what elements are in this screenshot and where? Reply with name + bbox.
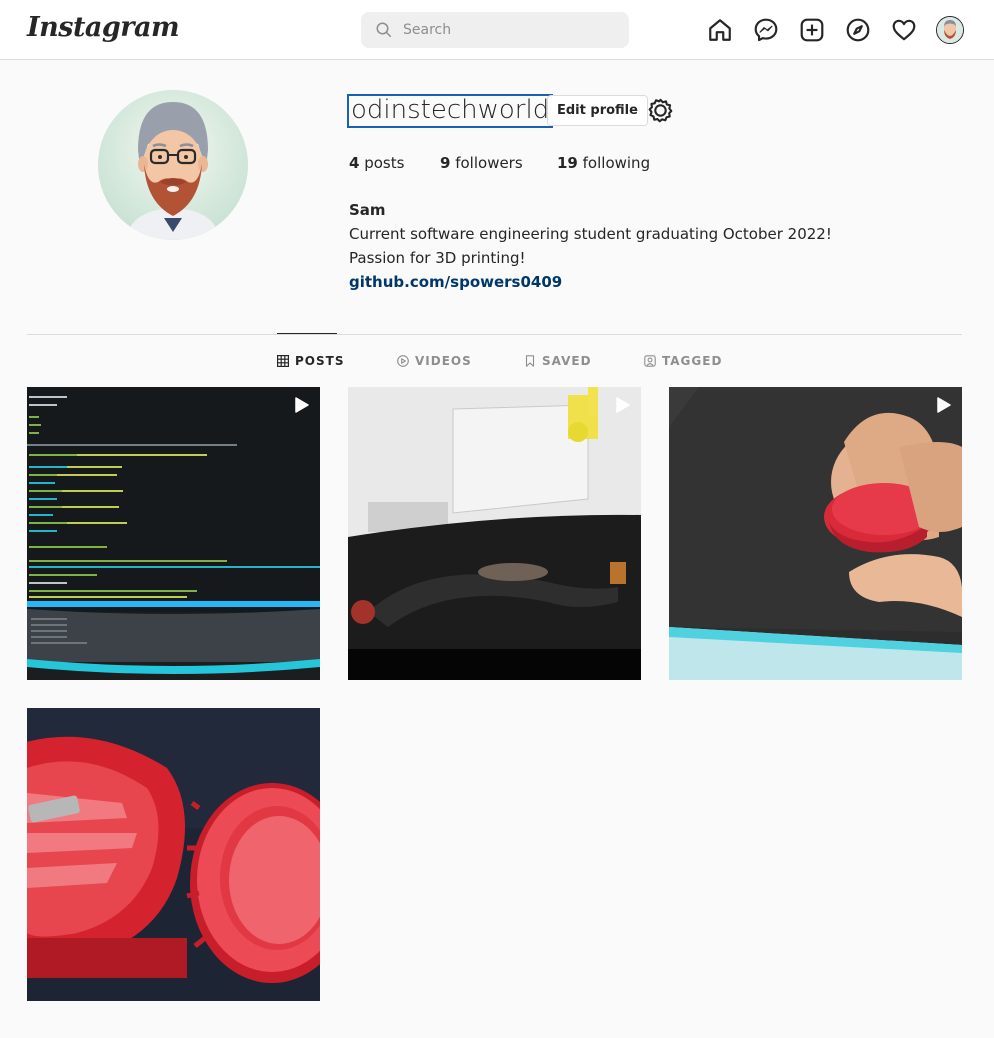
bookmark-icon — [525, 355, 535, 367]
post-thumbnail[interactable] — [27, 387, 320, 680]
printer-bed-image — [348, 387, 641, 680]
profile-username: odinstechworld — [347, 94, 554, 128]
tab-label: POSTS — [295, 354, 345, 368]
video-indicator-icon — [616, 397, 630, 413]
post-thumbnail[interactable] — [348, 387, 641, 680]
post-thumbnail[interactable] — [27, 708, 320, 1001]
video-indicator-icon — [937, 397, 951, 413]
play-circle-icon — [397, 355, 409, 367]
red-printed-parts-image — [27, 708, 320, 1001]
profile-full-name: Sam — [349, 201, 386, 219]
tab-posts[interactable]: POSTS — [277, 351, 344, 371]
edit-profile-button[interactable]: Edit profile — [547, 95, 648, 126]
tab-tagged[interactable]: TAGGED — [644, 351, 722, 371]
following-link[interactable]: 19 following — [557, 154, 650, 172]
profile-avatar[interactable] — [98, 90, 248, 240]
bio-line: Passion for 3D printing! — [349, 249, 526, 267]
followers-link[interactable]: 9 followers — [440, 154, 523, 172]
grid-icon — [277, 355, 289, 367]
search-icon — [376, 22, 392, 38]
red-part-hand-image — [669, 387, 962, 680]
messenger-icon[interactable] — [752, 16, 780, 44]
tabs-divider — [27, 334, 962, 335]
activity-heart-icon[interactable] — [890, 16, 918, 44]
tab-label: TAGGED — [662, 354, 723, 368]
profile-avatar-small[interactable] — [936, 16, 964, 44]
top-navbar: Instagram — [0, 0, 994, 60]
posts-count: 4 posts — [349, 154, 405, 172]
tab-saved[interactable]: SAVED — [524, 351, 592, 371]
post-thumbnail[interactable] — [669, 387, 962, 680]
tab-label: SAVED — [542, 354, 592, 368]
search-box[interactable] — [361, 12, 629, 48]
new-post-icon[interactable] — [798, 16, 826, 44]
instagram-logo[interactable]: Instagram — [27, 12, 180, 43]
home-icon[interactable] — [706, 16, 734, 44]
tab-videos[interactable]: VIDEOS — [397, 351, 472, 371]
video-indicator-icon — [295, 397, 309, 413]
bio-line: Current software engineering student gra… — [349, 225, 832, 243]
profile-bio: Sam Current software engineering student… — [349, 198, 832, 294]
profile-website-link[interactable]: github.com/spowers0409 — [349, 273, 562, 291]
active-tab-indicator — [277, 333, 337, 334]
settings-gear-icon[interactable] — [648, 98, 673, 123]
code-monitor-image — [27, 387, 320, 680]
explore-icon[interactable] — [844, 16, 872, 44]
tag-person-icon — [644, 355, 656, 367]
tab-label: VIDEOS — [415, 354, 472, 368]
search-input[interactable] — [403, 12, 618, 48]
